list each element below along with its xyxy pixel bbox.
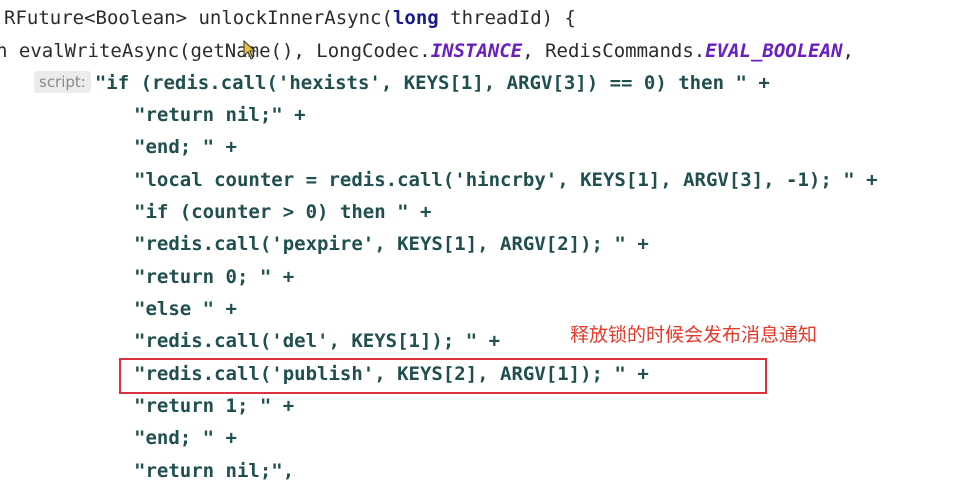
method-signature-suffix: threadId) { [438, 7, 576, 29]
constant-eval-boolean: EVAL_BOOLEAN [705, 40, 843, 62]
annotation-text: 释放锁的时候会发布消息通知 [570, 324, 818, 346]
code-line-end-1: "end; " + [134, 136, 237, 158]
keyword-long: long [392, 7, 439, 29]
code-line-return-nil-final: "return nil;", [134, 460, 295, 482]
mouse-cursor-icon [243, 40, 257, 60]
code-line-2: n evalWriteAsync(getName(), LongCodec.IN… [0, 36, 854, 66]
script-string-start: "if (redis.call('hexists', KEYS[1], ARGV… [94, 72, 770, 94]
code-line-pexpire: "redis.call('pexpire', KEYS[1], ARGV[2])… [134, 233, 649, 255]
code-line-end-2: "end; " + [134, 427, 237, 449]
code-line-return-1: "return 1; " + [134, 395, 295, 417]
code-line-if-counter: "if (counter > 0) then " + [134, 201, 432, 223]
code-line-1: RFuture<Boolean> unlockInnerAsync(long t… [4, 3, 576, 33]
constant-instance: INSTANCE [430, 40, 523, 62]
call-prefix: n evalWriteAsync(getName(), LongCodec. [0, 40, 431, 62]
parameter-hint-script: script: [34, 71, 91, 93]
code-line-del: "redis.call('del', KEYS[1]); " + [134, 330, 501, 352]
code-line-else: "else " + [134, 298, 237, 320]
call-middle: , RedisCommands. [522, 40, 706, 62]
code-line-return-0: "return 0; " + [134, 266, 295, 288]
call-suffix: , [842, 40, 854, 62]
code-line-3: script: "if (redis.call('hexists', KEYS[1… [34, 68, 770, 98]
code-line-return-nil: "return nil;" + [134, 104, 306, 126]
code-editor[interactable]: RFuture<Boolean> unlockInnerAsync(long t… [0, 0, 978, 486]
publish-line-highlight-box [119, 358, 767, 394]
method-signature-prefix: RFuture<Boolean> unlockInnerAsync( [4, 7, 393, 29]
code-line-local-counter: "local counter = redis.call('hincrby', K… [134, 169, 878, 191]
